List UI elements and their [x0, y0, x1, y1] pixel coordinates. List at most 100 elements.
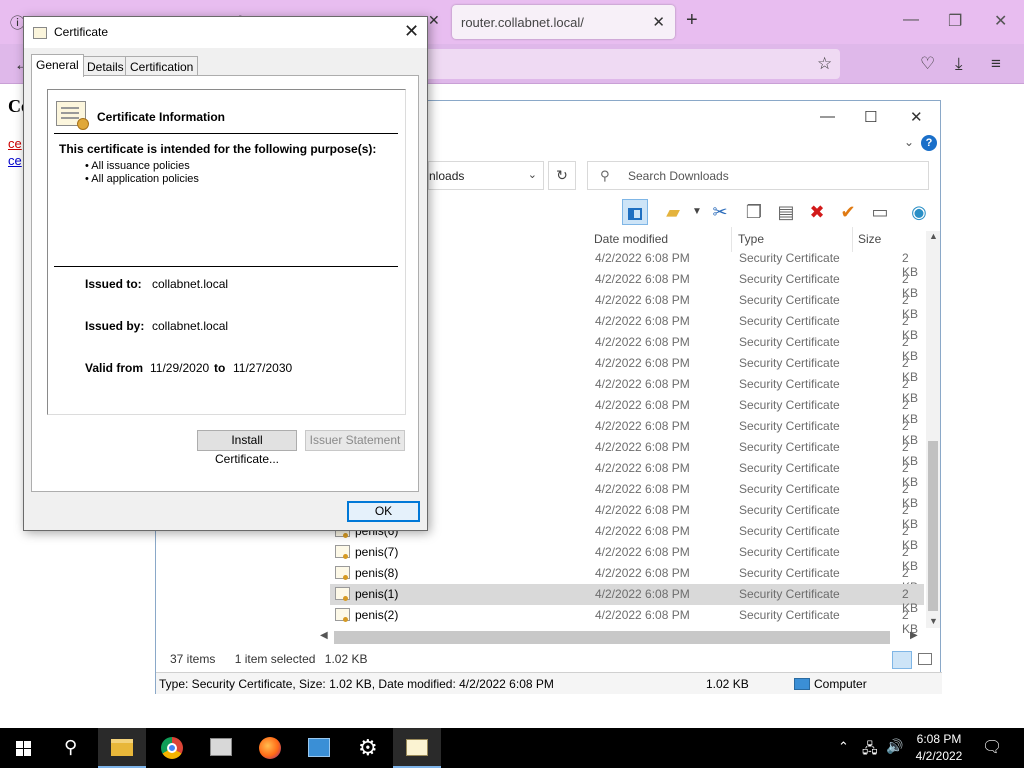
tab-general[interactable]: General	[31, 54, 84, 77]
pocket-icon[interactable]: ♡	[920, 54, 935, 74]
certificate-info-title: Certificate Information	[97, 110, 226, 124]
menu-icon[interactable]: ≡	[991, 54, 1001, 74]
file-type: Security Certificate	[739, 356, 840, 370]
tray-expand-icon[interactable]: ⌃	[838, 739, 849, 755]
page-link-2[interactable]: ce	[8, 153, 22, 168]
delete-icon[interactable]: ✖	[804, 199, 830, 225]
file-date: 4/2/2022 6:08 PM	[595, 377, 690, 391]
file-date: 4/2/2022 6:08 PM	[595, 335, 690, 349]
computer-icon	[794, 678, 810, 690]
scroll-down-icon[interactable]: ▼	[929, 616, 938, 626]
general-tab-panel: Certificate Information This certificate…	[31, 75, 419, 492]
vertical-scrollbar[interactable]: ▲ ▼	[926, 231, 940, 628]
valid-to-label: to	[214, 361, 226, 375]
browser-tab[interactable]: router.collabnet.local/ ✕	[452, 5, 675, 39]
tab-certification-path[interactable]: Certification Path	[125, 56, 199, 88]
file-name: penis(1)	[355, 587, 399, 601]
details-view-icon[interactable]	[892, 651, 912, 669]
rename-icon[interactable]: ▭	[867, 199, 893, 225]
large-icons-view-icon[interactable]	[918, 653, 932, 665]
valid-to-value: 11/27/2030	[233, 361, 293, 375]
file-type: Security Certificate	[739, 608, 840, 622]
table-row[interactable]: penis(2) 4/2/2022 6:08 PM Security Certifi…	[330, 605, 924, 636]
taskbar-settings[interactable]: ⚙	[344, 728, 392, 768]
file-date: 4/2/2022 6:08 PM	[595, 293, 690, 307]
download-icon[interactable]: ⤓	[955, 54, 963, 74]
file-date: 4/2/2022 6:08 PM	[595, 608, 690, 622]
file-type: Security Certificate	[739, 293, 840, 307]
horizontal-scroll-thumb[interactable]	[334, 631, 890, 644]
checkmark-icon[interactable]: ✔	[835, 199, 861, 225]
new-tab-icon[interactable]: +	[686, 9, 698, 32]
close-window-icon[interactable]: ✕	[994, 11, 1007, 31]
issued-to-value: collabnet.local	[152, 277, 229, 291]
clock-time: 6:08 PM	[916, 732, 962, 746]
address-dropdown-icon[interactable]: ⌄	[528, 168, 537, 181]
refresh-button[interactable]: ↻	[548, 161, 576, 190]
url-bar[interactable]	[420, 49, 840, 79]
cut-icon[interactable]: ✂	[707, 199, 733, 225]
chrome-center	[167, 743, 177, 753]
copy-icon[interactable]: ❐	[741, 199, 767, 225]
certificate-icon	[33, 27, 47, 39]
search-icon: ⚲	[600, 168, 610, 183]
browser-tab-title: router.collabnet.local/	[461, 15, 584, 30]
new-folder-icon[interactable]: ▰	[660, 199, 686, 225]
taskbar-chrome[interactable]	[148, 728, 196, 768]
horizontal-scrollbar[interactable]: ◀ ▶	[318, 629, 926, 646]
page-link-1[interactable]: ce	[8, 136, 22, 151]
install-certificate-button[interactable]: Install Certificate...	[197, 430, 297, 466]
taskbar-certificate[interactable]	[393, 728, 441, 768]
taskbar-firefox[interactable]	[246, 728, 294, 768]
explorer-minimize-icon[interactable]: —	[820, 108, 835, 125]
restore-icon[interactable]: ❐	[948, 11, 962, 31]
volume-icon[interactable]: 🔊	[886, 738, 903, 755]
file-date: 4/2/2022 6:08 PM	[595, 587, 690, 601]
issued-by-label: Issued by:	[85, 319, 145, 333]
table-row[interactable]: penis(8) 4/2/2022 6:08 PM Security Certifi…	[330, 563, 924, 594]
scroll-up-icon[interactable]: ▲	[929, 231, 938, 241]
taskbar-app[interactable]	[197, 728, 245, 768]
windows-icon	[16, 741, 23, 748]
vertical-scroll-thumb[interactable]	[928, 441, 938, 611]
issuer-statement-button[interactable]: Issuer Statement	[305, 430, 405, 451]
status-counts: 37 items 1 item selected 1.02 KB	[170, 652, 367, 666]
table-row[interactable]: penis(1) 4/2/2022 6:08 PM Security Certifi…	[330, 584, 924, 615]
file-type: Security Certificate	[739, 335, 840, 349]
tab-details[interactable]: Details	[82, 56, 129, 76]
start-button[interactable]	[0, 728, 48, 768]
help-icon[interactable]: ?	[921, 135, 937, 151]
ok-button[interactable]: OK	[347, 501, 420, 522]
certificate-window-title: Certificate	[54, 25, 109, 39]
explorer-maximize-icon[interactable]: ☐	[864, 108, 877, 126]
clock[interactable]: 6:08 PM 4/2/2022	[914, 731, 964, 765]
issued-by-value: collabnet.local	[152, 319, 229, 333]
minimize-icon[interactable]: —	[903, 11, 919, 29]
tab-close-icon[interactable]: ✕	[428, 12, 440, 29]
paste-icon[interactable]: ▤	[773, 199, 799, 225]
taskbar-file-explorer[interactable]	[98, 728, 146, 768]
certificate-file-icon	[335, 608, 350, 622]
file-date: 4/2/2022 6:08 PM	[595, 461, 690, 475]
dialog-close-icon[interactable]: ✕	[404, 21, 419, 42]
preview-pane-icon[interactable]	[622, 199, 648, 225]
scroll-left-icon[interactable]: ◀	[320, 630, 328, 641]
taskbar-control-panel[interactable]	[295, 728, 343, 768]
file-name: penis(2)	[355, 608, 399, 622]
address-bar[interactable]: nloads ⌄	[428, 161, 544, 190]
network-icon[interactable]: 🖧	[862, 738, 878, 762]
file-type: Security Certificate	[739, 251, 840, 265]
file-type: Security Certificate	[739, 440, 840, 454]
file-type: Security Certificate	[739, 524, 840, 538]
ribbon-expand-icon[interactable]: ⌄	[904, 135, 914, 149]
globe-icon[interactable]: ◉	[906, 199, 932, 225]
scroll-right-icon[interactable]: ▶	[910, 630, 918, 641]
file-type: Security Certificate	[739, 314, 840, 328]
bookmark-star-icon[interactable]: ☆	[817, 54, 832, 74]
explorer-close-icon[interactable]: ✕	[910, 108, 923, 126]
taskbar-search[interactable]: ⚲	[48, 728, 96, 768]
search-box[interactable]: ⚲ Search Downloads	[587, 161, 929, 190]
notifications-icon[interactable]: 🗨	[982, 737, 1002, 757]
table-row[interactable]: penis(7) 4/2/2022 6:08 PM Security Certifi…	[330, 542, 924, 573]
close-tab-icon[interactable]: ✕	[652, 13, 665, 31]
